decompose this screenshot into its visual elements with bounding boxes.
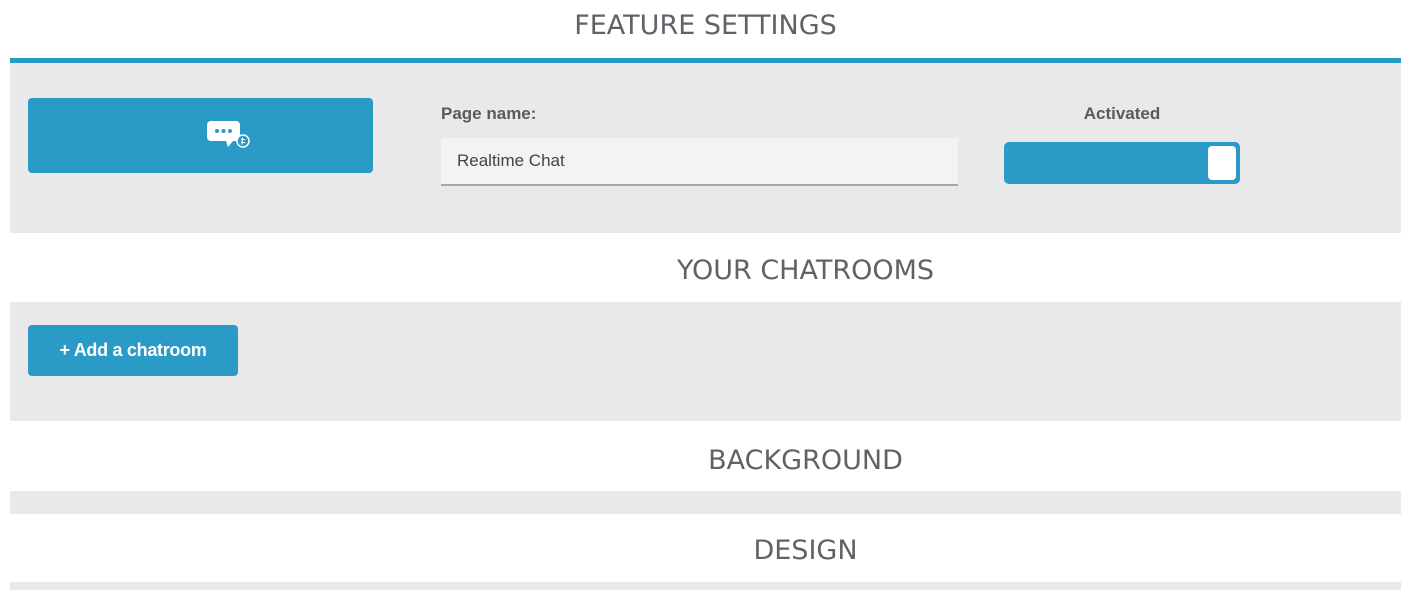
design-title: DESIGN: [753, 535, 858, 566]
toggle-knob[interactable]: [1208, 146, 1236, 180]
feature-icon-button[interactable]: [28, 98, 373, 173]
activated-label: Activated: [1083, 104, 1161, 123]
chatrooms-title: YOUR CHATROOMS: [676, 255, 935, 286]
design-panel: [10, 582, 1401, 590]
activated-toggle[interactable]: [1004, 142, 1240, 184]
page-name-input[interactable]: [441, 138, 958, 186]
feature-settings-title: FEATURE SETTINGS: [574, 10, 837, 41]
feature-settings-page: FEATURE SETTINGS Page name: Activated YO…: [0, 0, 1401, 590]
page-name-label: Page name:: [441, 104, 537, 123]
background-title: BACKGROUND: [708, 445, 903, 476]
background-panel: [10, 491, 1401, 514]
chat-bubble-icon: [207, 121, 250, 148]
add-chatroom-button[interactable]: + Add a chatroom: [28, 325, 238, 376]
